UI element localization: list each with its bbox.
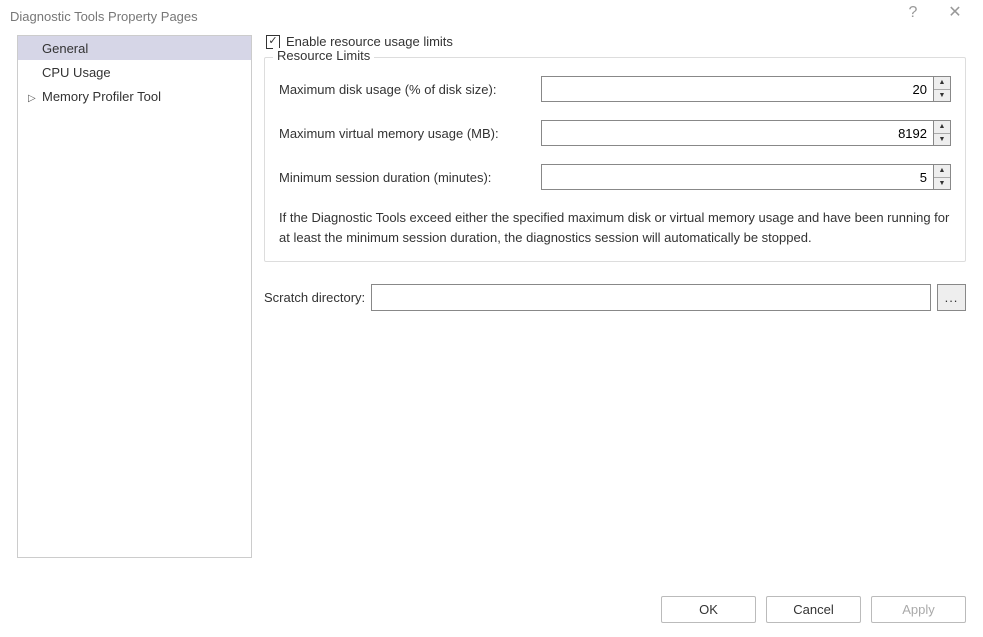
scratch-directory-row: Scratch directory: ... — [264, 284, 966, 311]
max-disk-spinner: ▲ ▼ — [541, 76, 951, 102]
min-duration-input[interactable] — [541, 164, 933, 190]
help-icon[interactable]: ? — [901, 4, 925, 22]
min-duration-label: Minimum session duration (minutes): — [279, 170, 541, 185]
sidebar-item-cpu-usage[interactable]: CPU Usage — [18, 60, 251, 84]
apply-button[interactable]: Apply — [871, 596, 966, 623]
max-vm-spinner-buttons: ▲ ▼ — [933, 120, 951, 146]
browse-button[interactable]: ... — [937, 284, 966, 311]
main-panel: ✓ Enable resource usage limits Resource … — [252, 32, 966, 592]
spinner-down-icon[interactable]: ▼ — [934, 134, 950, 146]
enable-limits-checkbox[interactable]: ✓ — [266, 35, 280, 49]
min-duration-row: Minimum session duration (minutes): ▲ ▼ — [279, 164, 951, 190]
cancel-button[interactable]: Cancel — [766, 596, 861, 623]
sidebar-item-general[interactable]: General — [18, 36, 251, 60]
max-disk-spinner-buttons: ▲ ▼ — [933, 76, 951, 102]
scratch-label: Scratch directory: — [264, 290, 365, 305]
max-vm-spinner: ▲ ▼ — [541, 120, 951, 146]
max-disk-row: Maximum disk usage (% of disk size): ▲ ▼ — [279, 76, 951, 102]
enable-limits-row: ✓ Enable resource usage limits — [266, 34, 966, 49]
spinner-up-icon[interactable]: ▲ — [934, 77, 950, 90]
spinner-up-icon[interactable]: ▲ — [934, 165, 950, 178]
max-vm-label: Maximum virtual memory usage (MB): — [279, 126, 541, 141]
window-title: Diagnostic Tools Property Pages — [10, 9, 198, 24]
min-duration-spinner: ▲ ▼ — [541, 164, 951, 190]
max-disk-input[interactable] — [541, 76, 933, 102]
group-title: Resource Limits — [273, 48, 374, 63]
sidebar-item-label: CPU Usage — [42, 65, 111, 80]
scratch-directory-input[interactable] — [371, 284, 931, 311]
titlebar: Diagnostic Tools Property Pages ? ✕ — [0, 0, 983, 32]
dialog-footer: OK Cancel Apply — [661, 596, 966, 623]
max-vm-row: Maximum virtual memory usage (MB): ▲ ▼ — [279, 120, 951, 146]
content-area: General CPU Usage ▷ Memory Profiler Tool… — [0, 32, 983, 592]
sidebar-item-memory-profiler-tool[interactable]: ▷ Memory Profiler Tool — [18, 84, 251, 108]
resource-limits-group: Resource Limits Maximum disk usage (% of… — [264, 57, 966, 262]
spinner-up-icon[interactable]: ▲ — [934, 121, 950, 134]
spinner-down-icon[interactable]: ▼ — [934, 178, 950, 190]
sidebar: General CPU Usage ▷ Memory Profiler Tool — [17, 35, 252, 558]
spinner-down-icon[interactable]: ▼ — [934, 90, 950, 102]
sidebar-item-label: Memory Profiler Tool — [42, 89, 161, 104]
limits-description: If the Diagnostic Tools exceed either th… — [279, 208, 951, 247]
enable-limits-label: Enable resource usage limits — [286, 34, 453, 49]
min-duration-spinner-buttons: ▲ ▼ — [933, 164, 951, 190]
max-disk-label: Maximum disk usage (% of disk size): — [279, 82, 541, 97]
max-vm-input[interactable] — [541, 120, 933, 146]
ok-button[interactable]: OK — [661, 596, 756, 623]
close-icon[interactable]: ✕ — [941, 2, 969, 22]
sidebar-item-label: General — [42, 41, 88, 56]
